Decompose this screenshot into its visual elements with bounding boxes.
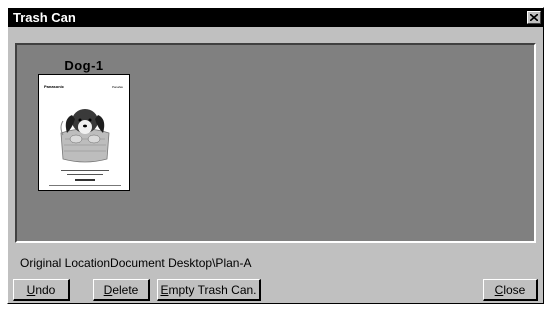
document-thumbnail[interactable]: Panasonic Panafax (38, 74, 130, 191)
original-location-text: Original LocationDocument Desktop\Plan-A (20, 256, 252, 270)
close-icon (530, 14, 538, 21)
empty-trash-button[interactable]: Empty Trash Can. (157, 279, 261, 301)
thumbnail-caption-line (61, 170, 109, 171)
undo-label-rest: ndo (35, 282, 56, 297)
empty-label-rest: mpty Trash Can. (168, 282, 257, 297)
delete-label-rest: elete (112, 282, 139, 297)
undo-accel: U (26, 282, 36, 297)
close-window-button[interactable] (527, 11, 541, 24)
delete-accel: D (103, 282, 113, 297)
trash-can-window: Trash Can Dog-1 Panasonic Panafax Origin… (7, 7, 544, 304)
close-button[interactable]: Close (483, 279, 538, 301)
trash-item[interactable]: Dog-1 Panasonic Panafax (38, 58, 130, 191)
item-label: Dog-1 (64, 58, 104, 73)
thumbnail-caption-line (67, 174, 103, 175)
undo-button[interactable]: Undo (13, 279, 70, 301)
thumbnail-footer-line (49, 185, 121, 186)
window-title: Trash Can (13, 10, 76, 25)
trash-items-panel[interactable]: Dog-1 Panasonic Panafax (15, 43, 536, 243)
thumbnail-logo-line (75, 179, 95, 181)
close-label-rest: lose (503, 282, 526, 297)
delete-button[interactable]: Delete (93, 279, 150, 301)
title-bar[interactable]: Trash Can (8, 8, 543, 27)
